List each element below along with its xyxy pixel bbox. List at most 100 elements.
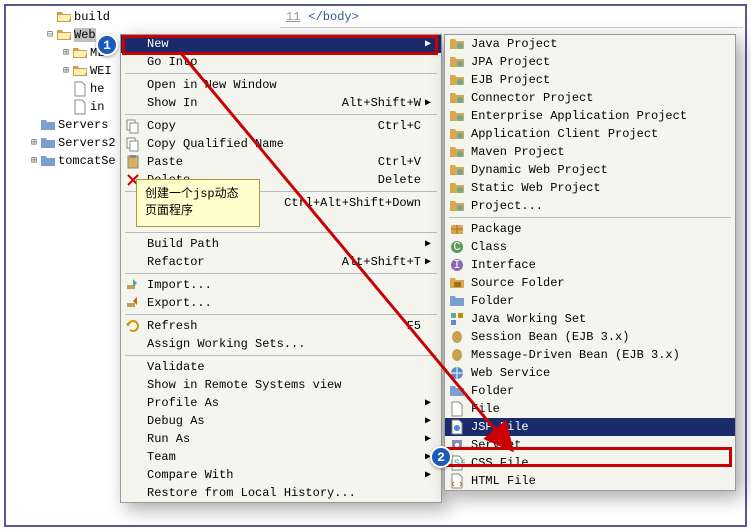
menu-label: Build Path [143, 237, 421, 251]
menu-label: Validate [143, 360, 421, 374]
menu-label: Go Into [143, 55, 421, 69]
menu-item[interactable]: Enterprise Application Project [445, 107, 735, 125]
menu-label: Package [467, 222, 715, 236]
menu-item[interactable]: CClass [445, 238, 735, 256]
menu-item[interactable]: Session Bean (EJB 3.x) [445, 328, 735, 346]
menu-item[interactable]: Source Folder [445, 274, 735, 292]
menu-item[interactable]: Compare With▶ [121, 466, 441, 484]
proj-icon [447, 90, 467, 106]
menu-item[interactable]: New▶ [121, 35, 441, 53]
menu-item[interactable]: CopyCtrl+C [121, 117, 441, 135]
menu-item[interactable]: Build Path▶ [121, 235, 441, 253]
new-submenu[interactable]: Java ProjectJPA ProjectEJB Project Connec… [444, 34, 736, 491]
menu-label: Maven Project [467, 145, 715, 159]
menu-item[interactable]: Validate [121, 358, 441, 376]
menu-item[interactable]: Copy Qualified Name [121, 135, 441, 153]
menu-separator [125, 314, 437, 315]
menu-separator [125, 73, 437, 74]
menu-item[interactable]: Dynamic Web Project [445, 161, 735, 179]
tree-toggle[interactable]: ⊞ [28, 137, 40, 149]
context-menu[interactable]: New▶ Go Into Open in New WindowShow InAlt+… [120, 34, 442, 503]
menu-item[interactable]: HTML File [445, 472, 735, 490]
blank-icon [123, 95, 143, 111]
blank-icon [123, 413, 143, 429]
menu-label: Export... [143, 296, 421, 310]
menu-item[interactable]: Maven Project [445, 143, 735, 161]
menu-item[interactable]: Run As▶ [121, 430, 441, 448]
menu-label: Application Client Project [467, 127, 715, 141]
export-icon [123, 295, 143, 311]
menu-item[interactable]: Profile As▶ [121, 394, 441, 412]
menu-label: Static Web Project [467, 181, 715, 195]
folder-open-icon [56, 27, 72, 43]
folder-icon [40, 117, 56, 133]
menu-item[interactable]: Web Service [445, 364, 735, 382]
tree-label: in [90, 100, 104, 114]
menu-item[interactable]: RefactorAlt+Shift+T▶ [121, 253, 441, 271]
copy-icon [123, 118, 143, 134]
menu-label: Source Folder [467, 276, 715, 290]
menu-item[interactable]: Export... [121, 294, 441, 312]
menu-item[interactable]: Folder [445, 382, 735, 400]
folder-icon [447, 293, 467, 309]
menu-label: Connector Project [467, 91, 715, 105]
menu-label: Web Service [467, 366, 715, 380]
tree-toggle[interactable]: ⊟ [44, 29, 56, 41]
menu-separator [125, 355, 437, 356]
menu-item[interactable]: Java Working Set [445, 310, 735, 328]
menu-item[interactable]: Team▶ [121, 448, 441, 466]
submenu-arrow: ▶ [425, 469, 435, 481]
menu-item[interactable]: Show in Remote Systems view [121, 376, 441, 394]
menu-item[interactable]: Go Into [121, 53, 441, 71]
menu-item[interactable]: Restore from Local History... [121, 484, 441, 502]
tree-toggle[interactable]: ⊞ [28, 155, 40, 167]
menu-item[interactable]: Package [445, 220, 735, 238]
menu-item[interactable]: PasteCtrl+V [121, 153, 441, 171]
code-text: </body> [308, 10, 358, 24]
submenu-arrow: ▶ [425, 256, 435, 268]
blank-icon [123, 236, 143, 252]
menu-label: Restore from Local History... [143, 486, 421, 500]
menu-item[interactable]: Static Web Project [445, 179, 735, 197]
menu-item[interactable]: RefreshF5 [121, 317, 441, 335]
folder-icon [447, 383, 467, 399]
tree-toggle[interactable]: ⊞ [60, 47, 72, 59]
folder-open-icon [56, 9, 72, 25]
menu-label: Java Working Set [467, 312, 715, 326]
menu-item[interactable]: JSP File [445, 418, 735, 436]
menu-item[interactable]: cssCSS File [445, 454, 735, 472]
menu-label: Show In [143, 96, 342, 110]
submenu-arrow: ▶ [425, 397, 435, 409]
proj-icon [447, 162, 467, 178]
srcf-icon [447, 275, 467, 291]
blank-icon [123, 377, 143, 393]
menu-item[interactable]: File [445, 400, 735, 418]
file-icon [72, 99, 88, 115]
menu-item[interactable]: Project... [445, 197, 735, 215]
tree-item[interactable]: build [8, 8, 168, 26]
tree-toggle[interactable]: ⊞ [60, 65, 72, 77]
menu-item[interactable]: Application Client Project [445, 125, 735, 143]
proj-icon [447, 36, 467, 52]
step-badge-2: 2 [430, 446, 452, 468]
menu-label: File [467, 402, 715, 416]
menu-item[interactable]: Java Project [445, 35, 735, 53]
menu-item[interactable]: Debug As▶ [121, 412, 441, 430]
menu-item[interactable]: Message-Driven Bean (EJB 3.x) [445, 346, 735, 364]
menu-shortcut: F5 [407, 319, 425, 333]
menu-separator [125, 232, 437, 233]
menu-item[interactable]: Open in New Window [121, 76, 441, 94]
menu-item[interactable]: Show InAlt+Shift+W▶ [121, 94, 441, 112]
proj-icon [447, 198, 467, 214]
menu-item[interactable]: JPA Project [445, 53, 735, 71]
annotation-tooltip: 创建一个jsp动态 页面程序 [136, 179, 260, 227]
menu-item[interactable]: Connector Project [445, 89, 735, 107]
menu-item[interactable]: Import... [121, 276, 441, 294]
menu-item[interactable]: Assign Working Sets... [121, 335, 441, 353]
code-editor[interactable]: 11</body> [280, 8, 743, 28]
menu-item[interactable]: IInterface [445, 256, 735, 274]
menu-item[interactable]: Servlet [445, 436, 735, 454]
menu-item[interactable]: EJB Project [445, 71, 735, 89]
tree-label: tomcatSe [58, 154, 116, 168]
menu-item[interactable]: Folder [445, 292, 735, 310]
